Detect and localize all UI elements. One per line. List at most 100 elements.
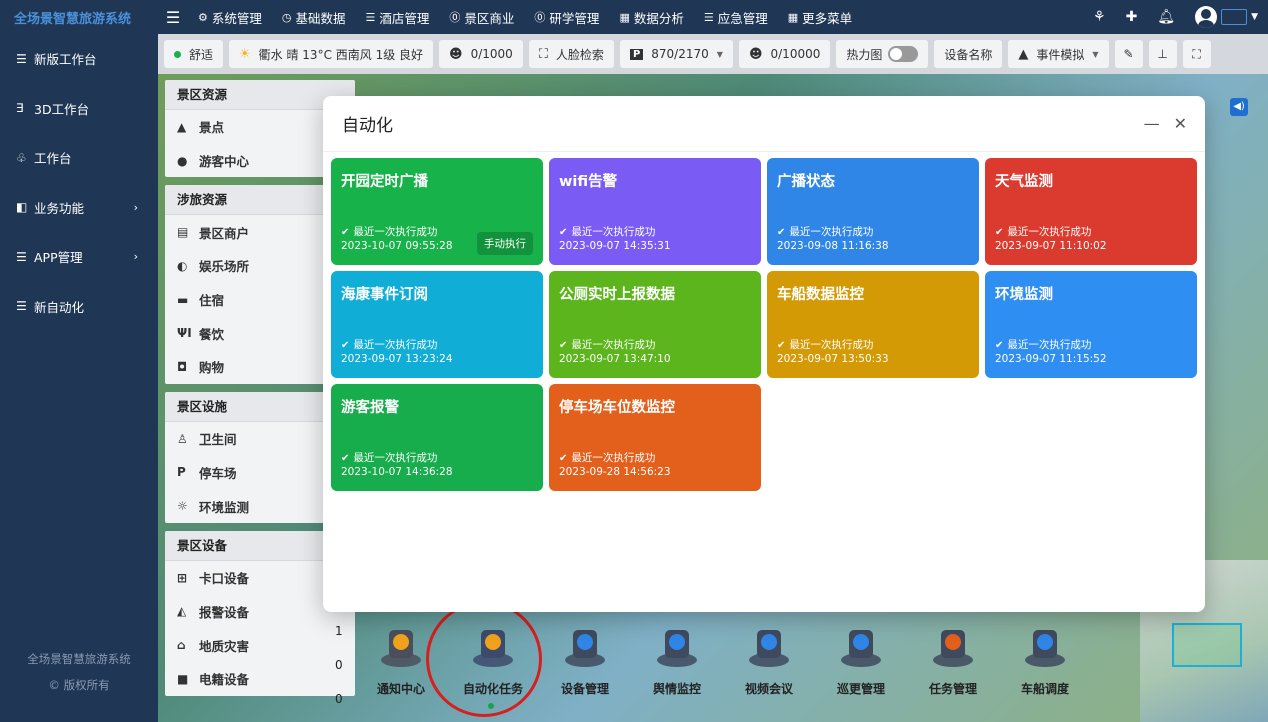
automation-card[interactable]: 停车场车位数监控 ✔ 最近一次执行成功 2023-09-28 14:56:23 — [549, 384, 761, 491]
bell-icon[interactable]: 🔔︎ — [1157, 9, 1175, 25]
heatmap-toggle[interactable]: 热力图 — [836, 40, 929, 68]
card-title: 海康事件订阅 — [341, 287, 428, 303]
top-nav-bar: 全场景智慧旅游系统 ☰ ⚙ 系统管理 ◷ 基础数据 ☰ 酒店管理 ⓪ 景区商业 ⓪ 研学管理 ▦ 数据… — [0, 0, 1268, 34]
card-timestamp: 2023-09-07 11:15:52 — [995, 353, 1107, 365]
face-search-button[interactable]: ⛶ 人脸检索 — [528, 40, 614, 68]
event-sim-dropdown[interactable]: ▲ 事件模拟 ▼ — [1008, 40, 1109, 68]
automation-modal: 自动化 — ✕ 开园定时广播 ✔ 最近一次执行成功 2023-10-07 09:5… — [323, 96, 1205, 612]
sidebar-item-1[interactable]: ∃ 3D工作台 — [0, 84, 158, 134]
dock-item-6[interactable]: 任务管理 — [907, 612, 999, 722]
menu-icon: ∃ — [16, 101, 24, 116]
nav-item-1[interactable]: ◷ 基础数据 — [272, 8, 356, 27]
device-counts: 1 0 0 — [335, 614, 343, 716]
warning-icon: ▲ — [1018, 46, 1029, 62]
bottom-dock: 通知中心 自动化任务 设备管理 舆情监控 视频会议 巡更管理 任务管理 车船调度 — [355, 601, 1135, 722]
visitor-count[interactable]: ☻ 0/1000 — [439, 40, 523, 68]
automation-card[interactable]: 广播状态 ✔ 最近一次执行成功 2023-09-08 11:16:38 — [767, 158, 979, 265]
card-timestamp: 2023-10-07 14:36:28 — [341, 466, 453, 478]
visitor-count-2[interactable]: ☻ 0/10000 — [738, 40, 831, 68]
check-icon: ✔ — [341, 453, 350, 464]
hamburger-icon[interactable]: ☰ — [158, 8, 188, 27]
card-status-text: 最近一次执行成功 — [571, 226, 656, 238]
nav-item-label: 系统管理 — [211, 10, 262, 26]
dock-item-1[interactable]: 自动化任务 — [426, 601, 542, 722]
card-status: ✔ 最近一次执行成功 — [995, 337, 1091, 352]
sidebar-item-3[interactable]: ◧ 业务功能 › — [0, 183, 158, 233]
device-name-filter[interactable]: 设备名称 — [934, 40, 1003, 68]
resource-item[interactable]: ⌂ 地质灾害 — [165, 628, 355, 662]
ruler-icon: ✎ — [1123, 47, 1134, 61]
check-icon: ✔ — [777, 227, 786, 238]
weather-info: ☀ 衢水 晴 13°C 西南风 1级 良好 — [229, 40, 434, 68]
card-status-text: 最近一次执行成功 — [571, 339, 656, 351]
caret-down-icon[interactable]: ▼ — [1251, 12, 1258, 22]
nav-item-label: 景区商业 — [464, 10, 515, 26]
automation-card[interactable]: 环境监测 ✔ 最近一次执行成功 2023-09-07 11:15:52 — [985, 271, 1197, 378]
automation-card[interactable]: 公厕实时上报数据 ✔ 最近一次执行成功 2023-09-07 13:47:10 — [549, 271, 761, 378]
avatar[interactable] — [1195, 6, 1218, 28]
heatmap-switch[interactable] — [888, 46, 919, 62]
automation-card[interactable]: 车船数据监控 ✔ 最近一次执行成功 2023-09-07 13:50:33 — [767, 271, 979, 378]
dock-item-label: 任务管理 — [928, 682, 977, 696]
automation-card[interactable]: 海康事件订阅 ✔ 最近一次执行成功 2023-09-07 13:23:24 — [331, 271, 543, 378]
nav-item-2[interactable]: ☰ 酒店管理 — [356, 8, 440, 27]
card-status-text: 最近一次执行成功 — [1007, 339, 1092, 351]
menu-icon: ☰ — [16, 299, 27, 314]
card-timestamp: 2023-09-07 14:35:31 — [559, 240, 671, 252]
speaker-icon[interactable]: ◀) — [1230, 98, 1248, 116]
automation-card[interactable]: 开园定时广播 ✔ 最近一次执行成功 2023-10-07 09:55:28 手动执行 — [331, 158, 543, 265]
nav-item-7[interactable]: ▦ 更多菜单 — [778, 8, 862, 27]
puzzle-icon[interactable]: ✚ — [1126, 9, 1138, 25]
card-timestamp: 2023-09-07 13:23:24 — [341, 353, 453, 365]
sidebar-item-label: APP管理 — [34, 250, 83, 266]
resource-icon: ▬ — [177, 292, 189, 307]
manual-run-button[interactable]: 手动执行 — [477, 232, 533, 255]
nav-item-6[interactable]: ☰ 应急管理 — [694, 8, 778, 27]
automation-card[interactable]: wifi告警 ✔ 最近一次执行成功 2023-09-07 14:35:31 — [549, 158, 761, 265]
sidebar-item-2[interactable]: ♧ 工作台 — [0, 133, 158, 183]
nav-item-5[interactable]: ▦ 数据分析 — [609, 8, 693, 27]
dock-item-2[interactable]: 设备管理 — [539, 612, 631, 722]
dock-item-3[interactable]: 舆情监控 — [631, 612, 723, 722]
automation-card[interactable]: 游客报警 ✔ 最近一次执行成功 2023-10-07 14:36:28 — [331, 384, 543, 491]
visitor-count-text: 0/1000 — [470, 47, 513, 61]
nav-item-label: 研学管理 — [549, 10, 600, 26]
heatmap-label: 热力图 — [846, 47, 883, 62]
fullscreen-button[interactable]: ⛶ — [1182, 40, 1211, 68]
nav-item-4[interactable]: ⓪ 研学管理 — [524, 8, 609, 27]
dock-item-7[interactable]: 车船调度 — [999, 612, 1091, 722]
resource-icon: ● — [177, 153, 188, 168]
close-icon[interactable]: ✕ — [1174, 114, 1187, 133]
sidebar-item-0[interactable]: ☰ 新版工作台 — [0, 34, 158, 84]
face-search-label: 人脸检索 — [555, 47, 604, 62]
chart-icon: ▦ — [619, 10, 630, 24]
pin-button[interactable]: ⊥ — [1148, 40, 1177, 68]
check-icon: ✔ — [995, 340, 1004, 351]
user-dropdown[interactable] — [1221, 9, 1248, 25]
resource-label: 环境监测 — [199, 499, 250, 515]
card-status: ✔ 最近一次执行成功 — [777, 337, 873, 352]
nav-item-3[interactable]: ⓪ 景区商业 — [439, 8, 524, 27]
card-title: 环境监测 — [995, 287, 1053, 303]
card-timestamp: 2023-09-07 13:47:10 — [559, 353, 671, 365]
resource-item[interactable]: ■ 电籍设备 — [165, 662, 355, 696]
dock-item-5[interactable]: 巡更管理 — [815, 612, 907, 722]
sidebar-item-5[interactable]: ☰ 新自动化 — [0, 282, 158, 332]
nav-item-0[interactable]: ⚙ 系统管理 — [188, 8, 272, 27]
minimap-viewport[interactable] — [1172, 623, 1242, 667]
sidebar-item-4[interactable]: ☰ APP管理 › — [0, 232, 158, 282]
clock-icon: ◷ — [281, 10, 292, 24]
card-timestamp: 2023-09-07 13:50:33 — [777, 353, 889, 365]
resource-label: 景点 — [199, 120, 225, 136]
automation-card[interactable]: 天气监测 ✔ 最近一次执行成功 2023-09-07 11:10:02 — [985, 158, 1197, 265]
device-count: 1 — [335, 624, 343, 638]
ruler-button[interactable]: ✎ — [1114, 40, 1143, 68]
cluster-icon[interactable]: ⚘ — [1093, 9, 1106, 25]
check-icon: ✔ — [341, 340, 350, 351]
parking-count[interactable]: P 870/2170 ▼ — [619, 40, 733, 68]
dock-item-4[interactable]: 视频会议 — [723, 612, 815, 722]
card-title: 广播状态 — [777, 174, 835, 190]
dock-item-label: 设备管理 — [560, 682, 609, 696]
dock-item-label: 巡更管理 — [836, 682, 885, 696]
minimize-icon[interactable]: — — [1144, 114, 1160, 133]
